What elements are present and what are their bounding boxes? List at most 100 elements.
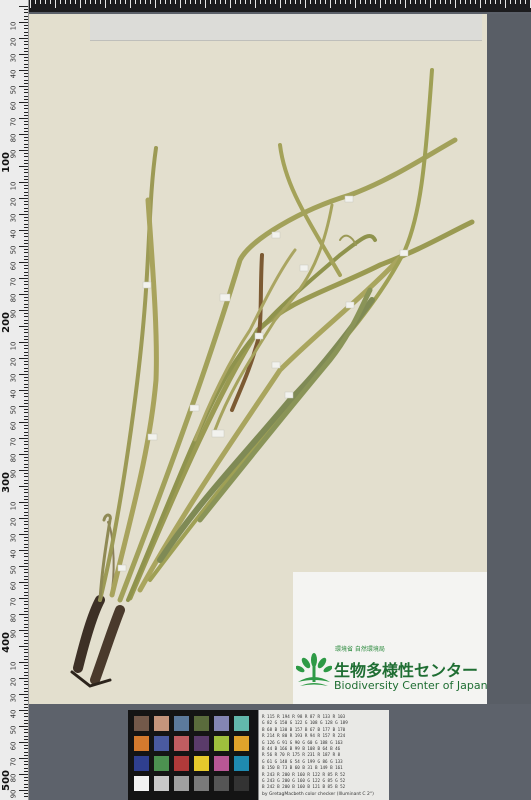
ruler-tick [24,527,28,529]
ruler-tick [24,41,28,43]
ruler-tick [24,105,28,107]
color-swatch [134,716,149,731]
color-swatch [174,716,189,731]
ruler-minor-label: 80 [9,613,18,623]
root-clump-left [73,595,105,673]
ruler-tick [24,380,28,382]
ruler-tick [24,575,28,577]
ruler-tick [24,511,28,513]
ruler-tick [24,441,28,443]
ruler-tick [19,182,28,183]
ruler-tick [24,361,28,363]
ruler-tick [24,82,28,84]
color-swatch [214,756,229,771]
ruler-tick [24,786,28,788]
ruler-tick [24,585,28,587]
ruler-tick [24,732,28,734]
ruler-tick [19,86,28,87]
ruler-minor-label: 50 [9,85,18,95]
ruler-tick [19,566,28,567]
ruler-tick [24,130,28,132]
ruler-tick [19,150,28,151]
ruler-tick [24,735,28,737]
ruler-tick [24,495,28,497]
ruler-tick [24,338,28,340]
ruler-tick [24,274,28,276]
ruler-tick [24,425,28,427]
center-name-japanese: 生物多様性センター [334,661,479,680]
color-value-row: G 82 G 150 G 122 G 108 G 128 G 189 [262,720,348,726]
ruler-tick [24,697,28,699]
color-value-row: R 56 R 70 R 175 R 231 R 187 R 8 [262,752,341,758]
color-swatch [214,736,229,751]
ruler-minor-label: 70 [9,437,18,447]
ruler-tick [24,31,28,33]
ruler-tick [24,713,28,715]
color-swatch [194,716,209,731]
ruler-tick [24,434,28,436]
left-ruler: 10 20 30 40 50 60 70 80 90 100 10 20 30 40 50 60 70 80 90 2… [0,0,29,800]
ruler-tick [19,694,28,695]
ruler-tick [24,201,28,203]
ruler-minor-label: 20 [9,357,18,367]
ruler-tick [24,751,28,753]
color-checker-values: R 115 R 194 R 98 R 87 R 133 R 103 G 82 G … [258,710,389,800]
ruler-tick [24,431,28,433]
ruler-tick [24,591,28,593]
ruler-tick [19,118,28,119]
ruler-minor-label: 80 [9,133,18,143]
ruler-tick [24,223,28,225]
ruler-tick [24,655,28,657]
ruler-tick [24,332,28,334]
ruler-tick [24,370,28,372]
ruler-tick [24,252,28,254]
ruler-tick [24,92,28,94]
ruler-tick [24,175,28,177]
ruler-tick [24,66,28,68]
ruler-tick [24,28,28,30]
ruler-tick [19,214,28,215]
ruler-tick [24,399,28,401]
biodiversity-center-logo-icon [296,653,332,686]
ruler-minor-label: 20 [9,197,18,207]
ruler-tick [24,505,28,507]
ruler-tick [24,348,28,350]
ruler-tick [24,204,28,206]
ruler-tick [19,790,28,791]
leaf-blade [157,297,375,563]
ruler-tick [24,738,28,740]
ruler-minor-label: 30 [9,213,18,223]
ruler-tick [24,265,28,267]
ruler-tick [19,38,28,39]
color-checker-caption: by GretagMacbeth color checker (Illumina… [262,792,374,797]
ruler-tick [19,518,28,519]
ruler-tick [24,482,28,484]
ruler-minor-label: 40 [9,389,18,399]
root-clump-right [90,605,125,685]
ruler-tick [24,124,28,126]
ruler-tick [24,703,28,705]
ruler-tick [24,607,28,609]
ruler-tick [24,687,28,689]
ruler-tick [24,121,28,123]
ruler-minor-label: 30 [9,533,18,543]
ruler-minor-label: 60 [9,261,18,271]
ruler-tick [24,185,28,187]
color-swatch [154,776,169,791]
ruler-tick [24,559,28,561]
ruler-tick [24,444,28,446]
ruler-tick [24,172,28,174]
ruler-minor-label: 60 [9,741,18,751]
ruler-tick [24,12,28,14]
ruler-tick [24,242,28,244]
ruler-tick [24,239,28,241]
ruler-minor-label: 40 [9,229,18,239]
ruler-minor-label: 10 [9,21,18,31]
ruler-tick [24,489,28,491]
ruler-tick [24,514,28,516]
ruler-tick [19,502,28,503]
ruler-tick [24,793,28,795]
ruler-minor-label: 10 [9,341,18,351]
ruler-tick [24,601,28,603]
ruler-tick [24,767,28,769]
